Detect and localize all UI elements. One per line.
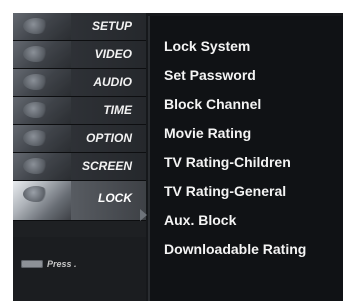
option-thumbnail-icon: [13, 125, 71, 152]
option-lock-system[interactable]: Lock System: [164, 38, 250, 58]
press-hint-text: Press .: [47, 259, 77, 269]
active-pointer-icon: [140, 209, 147, 221]
option-set-password[interactable]: Set Password: [164, 67, 256, 87]
category-setup[interactable]: SETUP: [13, 13, 146, 41]
category-screen[interactable]: SCREEN: [13, 153, 146, 181]
screen-thumbnail-icon: [13, 153, 71, 180]
category-video[interactable]: VIDEO: [13, 41, 146, 69]
option-tv-rating-children[interactable]: TV Rating-Children: [164, 154, 291, 174]
category-column: SETUP VIDEO AUDIO TIME OPTION SCREEN LOC…: [13, 13, 146, 301]
osd-menu: SETUP VIDEO AUDIO TIME OPTION SCREEN LOC…: [13, 13, 343, 301]
option-aux-block[interactable]: Aux. Block: [164, 212, 236, 232]
category-label: TIME: [103, 103, 132, 117]
video-thumbnail-icon: [13, 41, 71, 68]
remote-button-icon: [21, 260, 43, 268]
category-label: LOCK: [98, 191, 132, 205]
category-label: VIDEO: [94, 47, 132, 61]
lock-thumbnail-icon: [13, 181, 71, 220]
category-label: SETUP: [91, 19, 132, 33]
category-label: OPTION: [85, 131, 132, 145]
option-block-channel[interactable]: Block Channel: [164, 96, 261, 116]
category-lock[interactable]: LOCK: [13, 181, 146, 221]
option-downloadable-rating[interactable]: Downloadable Rating: [164, 241, 306, 261]
category-label: SCREEN: [81, 159, 132, 173]
lock-options-panel: Lock System Set Password Block Channel M…: [148, 16, 343, 301]
setup-thumbnail-icon: [13, 13, 71, 40]
audio-thumbnail-icon: [13, 69, 71, 96]
category-audio[interactable]: AUDIO: [13, 69, 146, 97]
option-movie-rating[interactable]: Movie Rating: [164, 125, 251, 145]
menu-footer: [13, 237, 146, 301]
category-time[interactable]: TIME: [13, 97, 146, 125]
press-hint: Press .: [21, 259, 77, 269]
option-tv-rating-general[interactable]: TV Rating-General: [164, 183, 286, 203]
category-option[interactable]: OPTION: [13, 125, 146, 153]
time-thumbnail-icon: [13, 97, 71, 124]
category-label: AUDIO: [93, 75, 132, 89]
